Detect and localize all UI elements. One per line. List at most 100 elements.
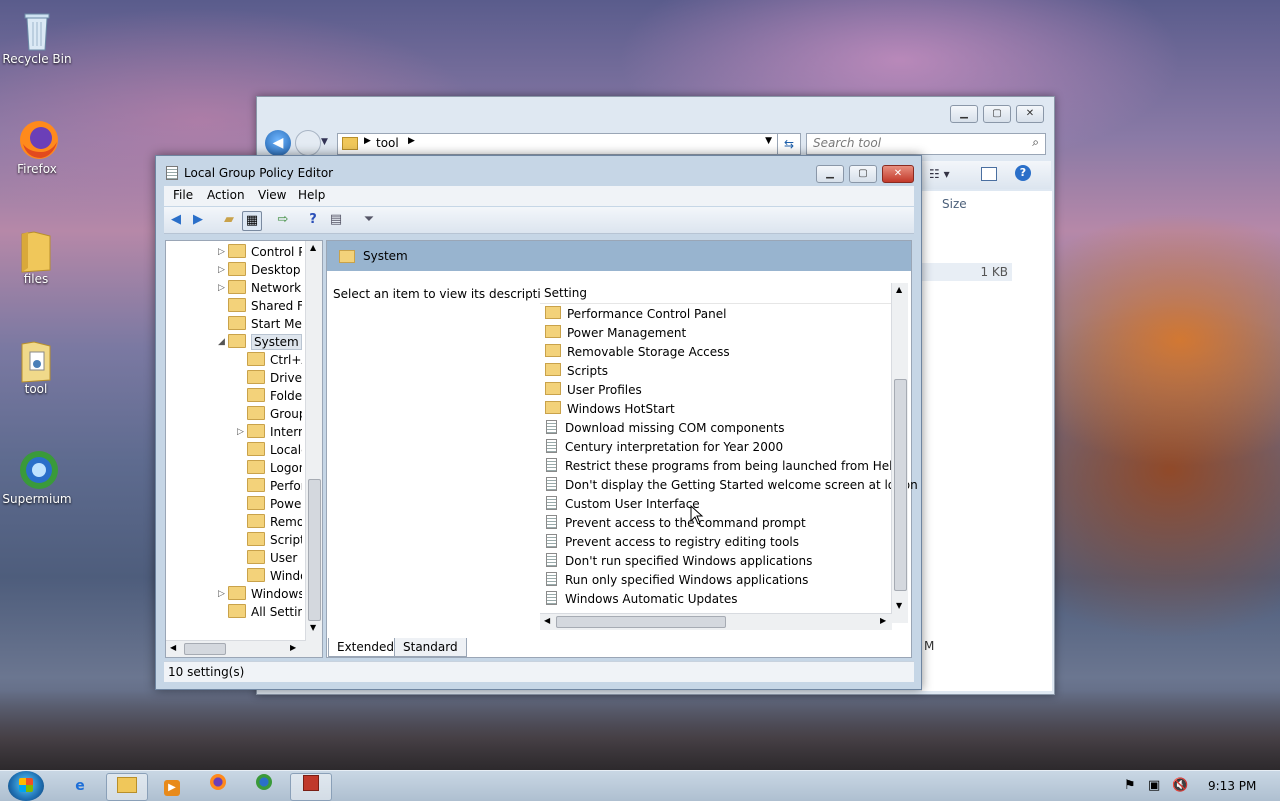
setting-row[interactable]: Run only specified Windows applications: [540, 571, 808, 590]
setting-row[interactable]: Century interpretation for Year 2000: [540, 438, 783, 457]
tree-item[interactable]: Group: [237, 405, 302, 423]
close-button[interactable]: ✕: [882, 165, 914, 183]
forward-button[interactable]: [295, 130, 321, 156]
tree-item[interactable]: All Setting: [218, 603, 302, 621]
collapsed-arrow-icon[interactable]: ▷: [237, 423, 244, 441]
setting-row[interactable]: Scripts: [540, 362, 608, 381]
tree-item[interactable]: Start Menu: [218, 315, 302, 333]
setting-row[interactable]: Prevent access to the command prompt: [540, 514, 806, 533]
taskbar-firefox[interactable]: [198, 773, 238, 799]
properties-icon[interactable]: ▤: [327, 211, 345, 229]
setting-row[interactable]: Windows Automatic Updates: [540, 590, 737, 609]
taskbar-ie[interactable]: e: [60, 773, 100, 799]
column-header-setting[interactable]: Setting: [540, 283, 892, 304]
action-center-flag-icon[interactable]: ⚑: [1124, 778, 1136, 793]
taskbar-gpedit[interactable]: [290, 773, 332, 801]
scroll-up-icon[interactable]: ▲: [896, 285, 902, 294]
tree-item[interactable]: ▷ Windows C: [218, 585, 302, 603]
help-icon[interactable]: ?: [1015, 165, 1031, 181]
scroll-left-icon[interactable]: ◀: [544, 616, 550, 625]
desktop-icon-files[interactable]: files: [0, 228, 72, 286]
menu-file[interactable]: File: [173, 188, 193, 202]
scroll-thumb[interactable]: [894, 379, 907, 591]
tree-item[interactable]: ▷ Network: [218, 279, 302, 297]
tree-item[interactable]: Scripts: [237, 531, 302, 549]
column-header-size[interactable]: Size: [942, 197, 967, 211]
close-button[interactable]: ✕: [1016, 105, 1044, 123]
scroll-thumb[interactable]: [184, 643, 226, 655]
scroll-thumb[interactable]: [308, 479, 321, 621]
preview-pane-icon[interactable]: [981, 167, 997, 181]
breadcrumb-tool[interactable]: tool: [376, 136, 399, 150]
setting-row[interactable]: Restrict these programs from being launc…: [540, 457, 900, 476]
setting-row[interactable]: Don't run specified Windows applications: [540, 552, 812, 571]
maximize-button[interactable]: ▢: [983, 105, 1011, 123]
help-icon[interactable]: ?: [304, 211, 322, 229]
taskbar-media-player[interactable]: ▶: [152, 773, 192, 799]
scroll-right-icon[interactable]: ▶: [290, 643, 296, 652]
scroll-right-icon[interactable]: ▶: [880, 616, 886, 625]
tree-item[interactable]: User Pr: [237, 549, 302, 567]
breadcrumb-arrow-icon[interactable]: ▶: [408, 136, 415, 146]
desktop-icon-tool[interactable]: tool: [0, 338, 72, 396]
up-folder-icon[interactable]: ▰: [220, 211, 238, 229]
expanded-arrow-icon[interactable]: ◢: [218, 333, 225, 351]
tree-horizontal-scrollbar[interactable]: ◀ ▶: [166, 640, 306, 657]
maximize-button[interactable]: ▢: [849, 165, 877, 183]
volume-muted-icon[interactable]: 🔇: [1172, 778, 1188, 793]
explorer-file-list[interactable]: Size 1 KB M: [921, 191, 1052, 691]
refresh-button[interactable]: ⇆: [777, 133, 801, 155]
filter-icon[interactable]: ⏷: [360, 211, 378, 229]
address-dropdown-icon[interactable]: ▼: [765, 136, 772, 146]
setting-row[interactable]: Custom User Interface: [540, 495, 700, 514]
tree-item[interactable]: ◢ System: [218, 333, 302, 351]
menu-help[interactable]: Help: [298, 188, 325, 202]
menu-view[interactable]: View: [258, 188, 286, 202]
tree-item[interactable]: Windo: [237, 567, 302, 585]
tree-item[interactable]: Folder: [237, 387, 302, 405]
tree-item[interactable]: Remov: [237, 513, 302, 531]
view-options-icon[interactable]: ☷ ▾: [929, 167, 950, 181]
desktop-icon-recycle-bin[interactable]: Recycle Bin: [1, 8, 73, 66]
tab-standard[interactable]: Standard: [394, 638, 467, 657]
tree-item[interactable]: Ctrl+A: [237, 351, 302, 369]
scroll-left-icon[interactable]: ◀: [170, 643, 176, 652]
settings-horizontal-scrollbar[interactable]: ◀ ▶: [540, 613, 892, 630]
search-icon[interactable]: ⌕: [1032, 135, 1039, 150]
setting-row[interactable]: Performance Control Panel: [540, 305, 726, 324]
tree-vertical-scrollbar[interactable]: ▲ ▼: [305, 241, 322, 657]
setting-row[interactable]: Removable Storage Access: [540, 343, 730, 362]
collapsed-arrow-icon[interactable]: ▷: [218, 243, 225, 261]
taskbar-supermium[interactable]: [244, 773, 284, 799]
title-bar[interactable]: Local Group Policy Editor ▁ ▢ ✕: [156, 156, 921, 186]
tree-item[interactable]: Power: [237, 495, 302, 513]
history-dropdown-icon[interactable]: ▼: [321, 137, 328, 147]
scroll-up-icon[interactable]: ▲: [310, 243, 316, 252]
export-list-icon[interactable]: ⇨: [274, 211, 292, 229]
desktop-icon-firefox[interactable]: Firefox: [1, 118, 73, 176]
settings-vertical-scrollbar[interactable]: ▲ ▼: [891, 283, 908, 623]
collapsed-arrow-icon[interactable]: ▷: [218, 279, 225, 297]
back-arrow-icon[interactable]: ◀: [167, 211, 185, 229]
tree-item[interactable]: Logon: [237, 459, 302, 477]
file-row[interactable]: 1 KB: [922, 263, 1012, 281]
network-icon[interactable]: ▣: [1148, 778, 1160, 793]
tab-extended[interactable]: Extended: [328, 638, 403, 657]
forward-arrow-icon[interactable]: ▶: [189, 211, 207, 229]
minimize-button[interactable]: ▁: [816, 165, 844, 183]
collapsed-arrow-icon[interactable]: ▷: [218, 261, 225, 279]
breadcrumb-arrow-icon[interactable]: ▶: [364, 136, 371, 146]
tree-item[interactable]: Shared Fol: [218, 297, 302, 315]
start-button[interactable]: [8, 771, 44, 801]
collapsed-arrow-icon[interactable]: ▷: [218, 585, 225, 603]
setting-row[interactable]: Windows HotStart: [540, 400, 675, 419]
tree-item[interactable]: Locale: [237, 441, 302, 459]
setting-row[interactable]: Download missing COM components: [540, 419, 785, 438]
taskbar-explorer[interactable]: [106, 773, 148, 801]
settings-list[interactable]: Setting Performance Control Panel Power M…: [540, 271, 918, 630]
setting-row[interactable]: Prevent access to registry editing tools: [540, 533, 799, 552]
setting-row[interactable]: User Profiles: [540, 381, 642, 400]
search-input[interactable]: Search tool ⌕: [806, 133, 1046, 155]
scroll-down-icon[interactable]: ▼: [310, 623, 316, 632]
tree-item[interactable]: ▷ Control Pa: [218, 243, 302, 261]
